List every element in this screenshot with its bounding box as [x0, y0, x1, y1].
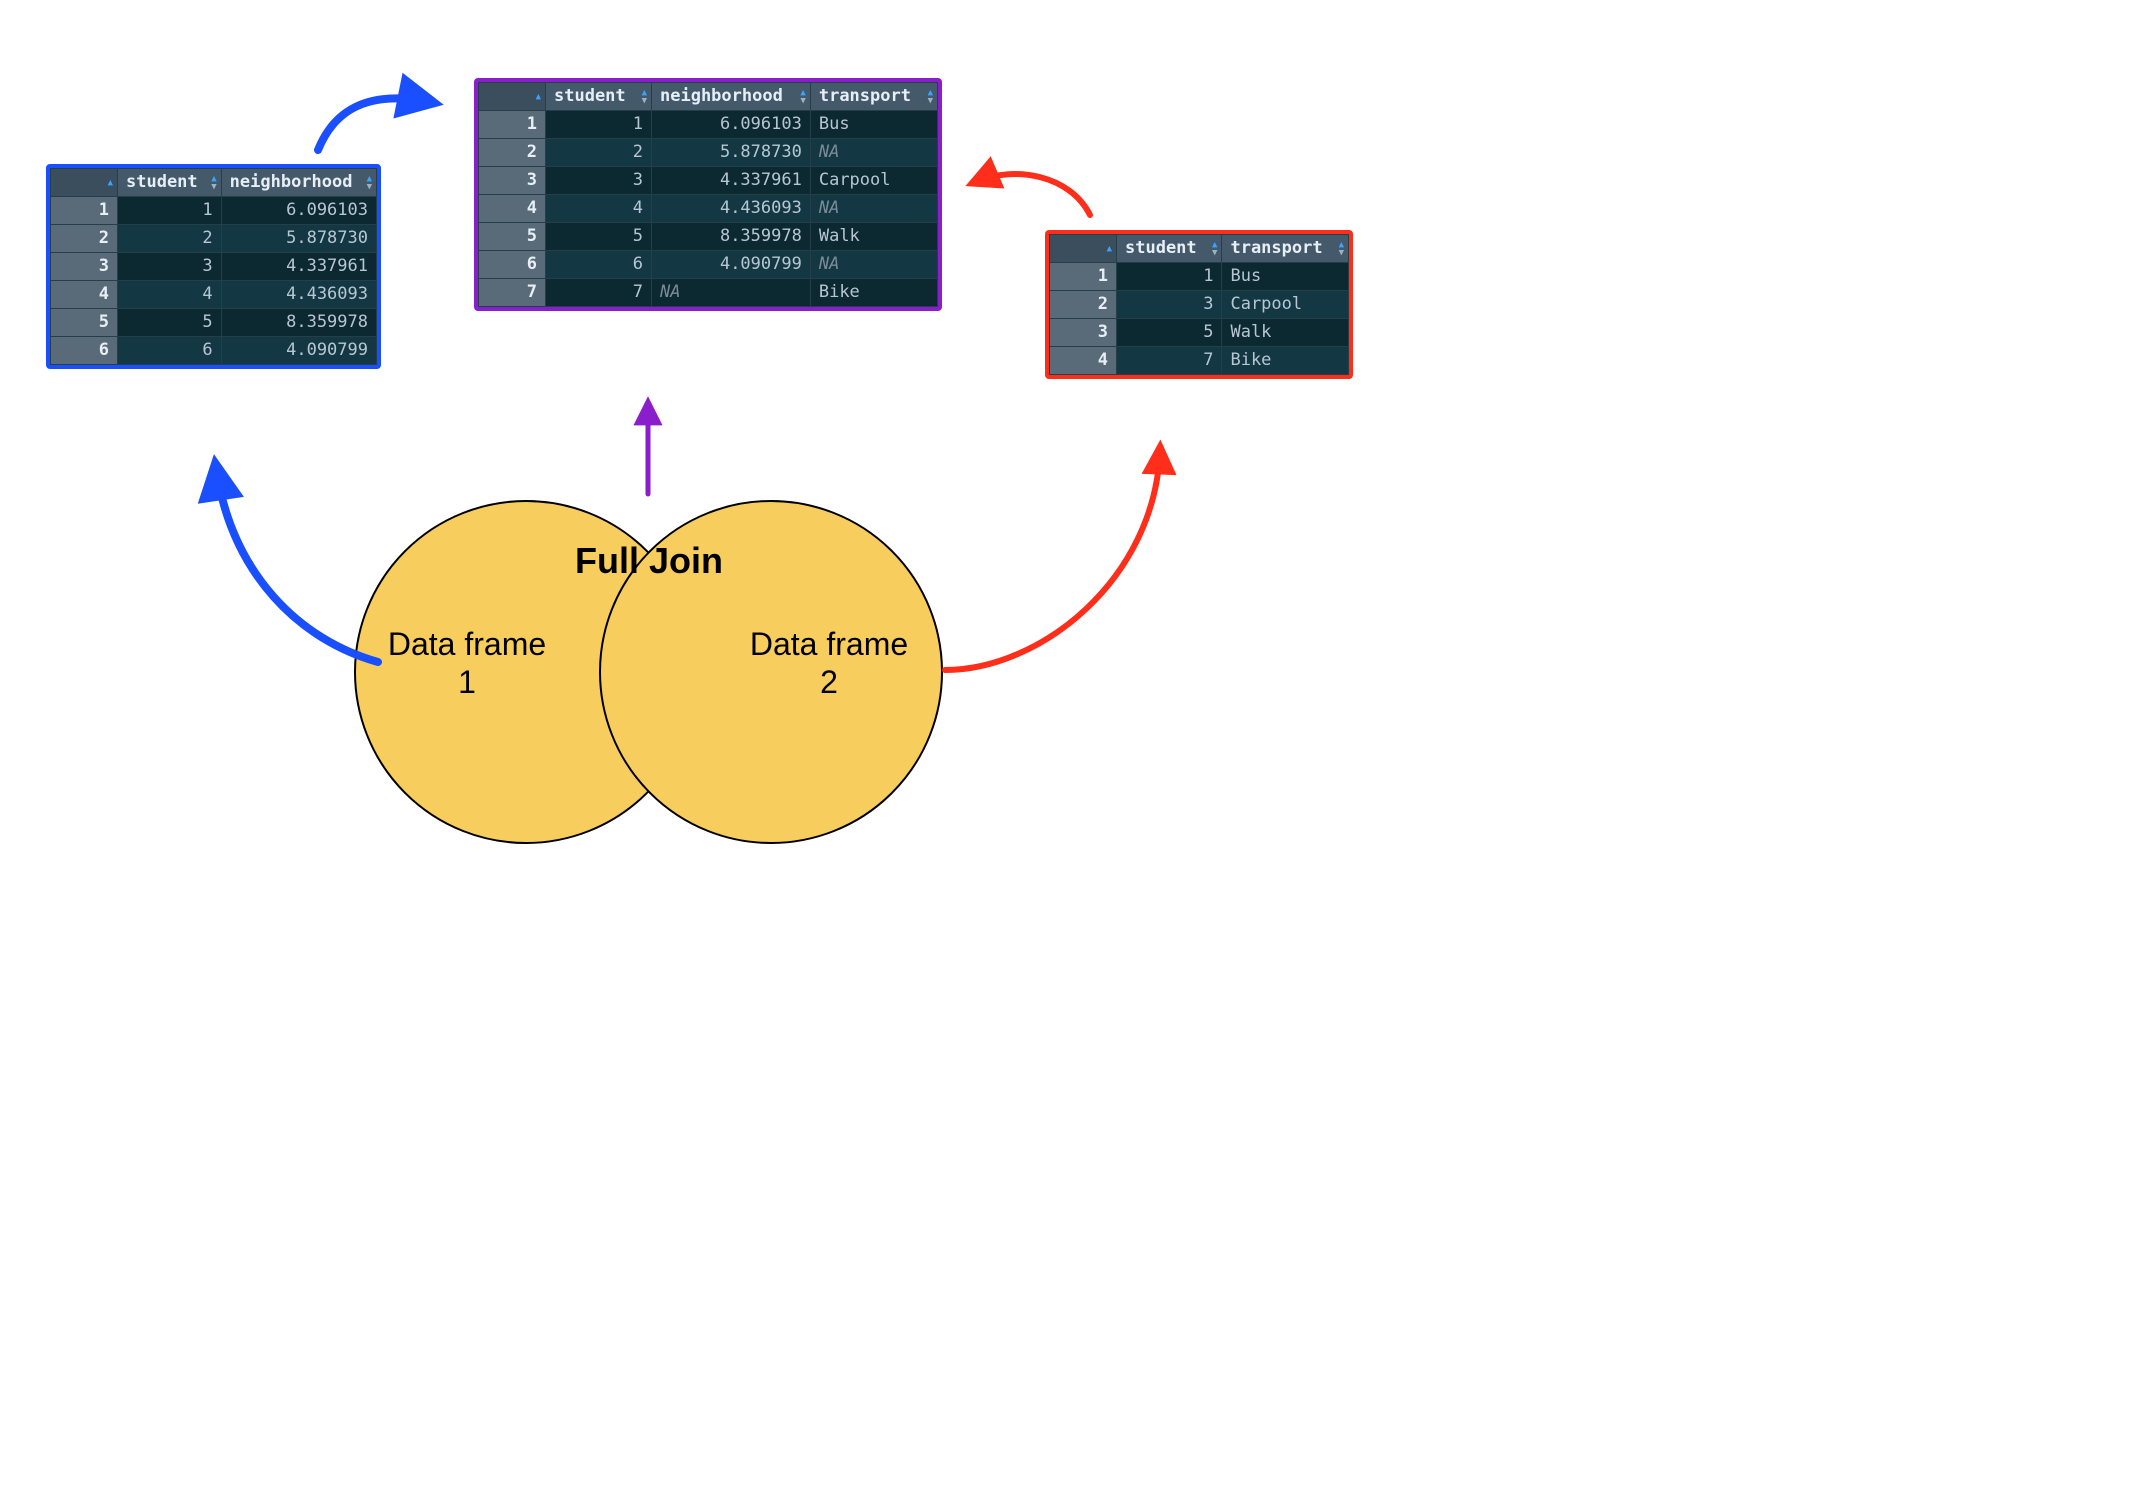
diagram-canvas: ▲ student▲▼ neighborhood▲▼ 116.096103 22…: [0, 0, 1494, 1047]
table-row: 334.337961: [51, 253, 377, 281]
data-frame-2: ▲ student▲▼ transport▲▼ 11Bus 23Carpool …: [1045, 230, 1353, 379]
arrow-venn-to-df2: [945, 450, 1160, 670]
result-col-student: student▲▼: [546, 83, 652, 111]
sort-up-icon: ▲: [108, 179, 113, 187]
table-row: 116.096103: [51, 197, 377, 225]
sort-down-icon: ▼: [367, 183, 372, 191]
table-row: 444.436093: [51, 281, 377, 309]
table-row: 558.359978: [51, 309, 377, 337]
venn-diagram: Full Join Data frame 1 Data frame 2: [354, 400, 954, 880]
sort-down-icon: ▼: [800, 97, 805, 105]
table-row: 225.878730: [51, 225, 377, 253]
result-body: 116.096103Bus 225.878730NA 334.337961Car…: [479, 111, 938, 307]
result-col-neighborhood: neighborhood▲▼: [652, 83, 811, 111]
sort-up-icon: ▲: [536, 93, 541, 101]
df1-index-header: ▲: [51, 169, 118, 197]
arrow-df2-to-result: [975, 174, 1090, 215]
table-row: 664.090799: [51, 337, 377, 365]
result-index-header: ▲: [479, 83, 546, 111]
df1-table: ▲ student▲▼ neighborhood▲▼ 116.096103 22…: [50, 168, 377, 365]
arrow-df1-to-result: [318, 98, 430, 150]
sort-down-icon: ▼: [642, 97, 647, 105]
venn-label-df2: Data frame 2: [739, 625, 919, 702]
sort-down-icon: ▼: [1339, 249, 1344, 257]
table-row: 23Carpool: [1050, 291, 1349, 319]
table-row: 11Bus: [1050, 263, 1349, 291]
sort-up-icon: ▲: [1107, 245, 1112, 253]
venn-label-df1: Data frame 1: [377, 625, 557, 702]
table-row: 664.090799NA: [479, 251, 938, 279]
table-row: 77NABike: [479, 279, 938, 307]
df2-col-transport: transport▲▼: [1222, 235, 1349, 263]
table-row: 35Walk: [1050, 319, 1349, 347]
df1-col-neighborhood: neighborhood▲▼: [221, 169, 376, 197]
result-col-transport: transport▲▼: [810, 83, 937, 111]
table-row: 116.096103Bus: [479, 111, 938, 139]
sort-down-icon: ▼: [211, 183, 216, 191]
table-row: 334.337961Carpool: [479, 167, 938, 195]
result-table: ▲ student▲▼ neighborhood▲▼ transport▲▼ 1…: [478, 82, 938, 307]
result-data-frame: ▲ student▲▼ neighborhood▲▼ transport▲▼ 1…: [474, 78, 942, 311]
df2-col-student: student▲▼: [1117, 235, 1222, 263]
table-row: 558.359978Walk: [479, 223, 938, 251]
sort-down-icon: ▼: [1212, 249, 1217, 257]
table-row: 47Bike: [1050, 347, 1349, 375]
table-row: 444.436093NA: [479, 195, 938, 223]
data-frame-1: ▲ student▲▼ neighborhood▲▼ 116.096103 22…: [46, 164, 381, 369]
table-row: 225.878730NA: [479, 139, 938, 167]
df1-body: 116.096103 225.878730 334.337961 444.436…: [51, 197, 377, 365]
df2-body: 11Bus 23Carpool 35Walk 47Bike: [1050, 263, 1349, 375]
full-join-title: Full Join: [529, 540, 769, 582]
df2-index-header: ▲: [1050, 235, 1117, 263]
sort-down-icon: ▼: [928, 97, 933, 105]
df1-col-student: student▲▼: [118, 169, 222, 197]
df2-table: ▲ student▲▼ transport▲▼ 11Bus 23Carpool …: [1049, 234, 1349, 375]
